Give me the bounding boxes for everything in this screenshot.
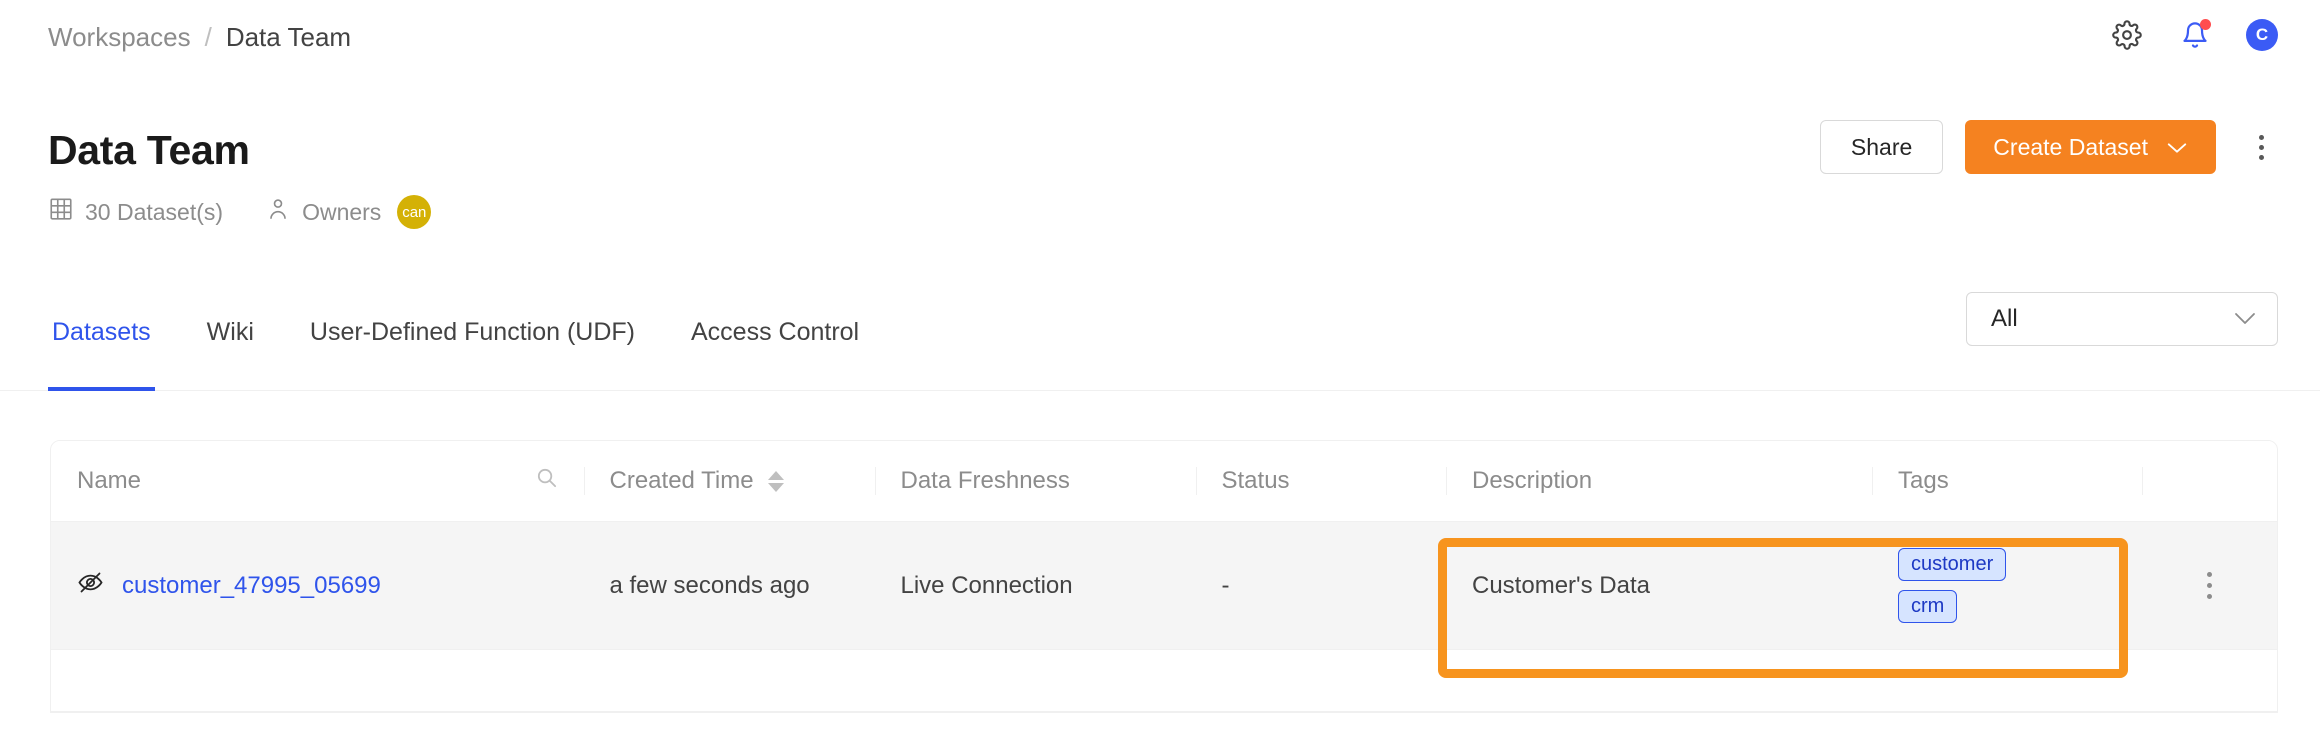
owners-label: Owners — [302, 198, 382, 225]
cell-name: customer_47995_05699 — [51, 521, 584, 650]
column-header-actions — [2142, 441, 2277, 522]
tag-chip[interactable]: customer — [1898, 548, 2007, 581]
cell-tags — [1872, 649, 2142, 712]
column-header-created-time-label: Created Time — [609, 467, 754, 494]
search-icon[interactable] — [535, 466, 558, 496]
cell-description: Customer's Data — [1446, 521, 1872, 650]
cell-status — [1195, 649, 1446, 712]
breadcrumb-separator: / — [204, 22, 212, 52]
column-header-created-time[interactable]: Created Time — [583, 441, 875, 522]
create-dataset-label: Create Dataset — [1993, 133, 2148, 160]
chevron-down-icon — [2233, 305, 2257, 333]
cell-name — [51, 649, 584, 712]
table-grid-icon — [48, 196, 74, 228]
dataset-count: 30 Dataset(s) — [48, 196, 223, 228]
cell-actions — [2142, 521, 2277, 650]
page-title: Data Team — [48, 127, 250, 173]
dataset-count-label: 30 Dataset(s) — [85, 198, 224, 225]
column-header-data-freshness: Data Freshness — [874, 441, 1196, 522]
bell-icon[interactable] — [2178, 18, 2212, 52]
datasets-table: Name Created Time Data Freshness Status … — [50, 440, 2278, 713]
breadcrumb-current: Data Team — [225, 22, 352, 52]
owners: Owners — [265, 196, 381, 228]
cell-tags: customer crm — [1872, 521, 2142, 650]
avatar[interactable]: C — [2246, 19, 2278, 51]
tag-chip[interactable]: crm — [1898, 590, 1958, 623]
column-header-tags-label: Tags — [1898, 467, 1949, 494]
column-header-status-label: Status — [1221, 467, 1290, 494]
filter-selected-value: All — [1991, 305, 2018, 332]
cell-description — [1446, 649, 1872, 712]
chevron-down-icon — [2166, 134, 2188, 161]
header-more-menu-icon[interactable] — [2244, 125, 2278, 169]
tab-list: Datasets Wiki User-Defined Function (UDF… — [48, 300, 863, 391]
column-header-name[interactable]: Name — [51, 441, 584, 522]
topbar-actions: C — [2110, 18, 2278, 52]
column-header-name-label: Name — [77, 467, 142, 494]
column-header-description: Description — [1446, 441, 1872, 522]
cell-data-freshness — [874, 649, 1196, 712]
cell-status: - — [1195, 521, 1446, 650]
page-header: Data Team 30 Dataset(s) Owners can — [48, 127, 432, 230]
column-header-status: Status — [1195, 441, 1446, 522]
notification-badge — [2200, 19, 2211, 30]
tab-datasets[interactable]: Datasets — [48, 300, 155, 391]
column-header-description-label: Description — [1472, 467, 1593, 494]
owner-avatar[interactable]: can — [397, 195, 432, 230]
breadcrumb-workspaces-link[interactable]: Workspaces — [48, 22, 191, 53]
create-dataset-button[interactable]: Create Dataset — [1965, 120, 2216, 174]
column-header-tags: Tags — [1872, 441, 2142, 522]
people-icon — [265, 196, 291, 228]
page-meta: 30 Dataset(s) Owners can — [48, 195, 432, 230]
eye-slash-icon — [77, 569, 104, 603]
gear-icon[interactable] — [2110, 18, 2144, 52]
tab-udf[interactable]: User-Defined Function (UDF) — [306, 300, 639, 391]
header-actions: Share Create Dataset — [1819, 120, 2278, 174]
column-header-data-freshness-label: Data Freshness — [900, 467, 1070, 494]
cell-data-freshness: Live Connection — [874, 521, 1196, 650]
breadcrumb: Workspaces / Data Team — [48, 22, 351, 53]
dataset-name-link[interactable]: customer_47995_05699 — [122, 572, 381, 600]
table-row[interactable]: customer_47995_05699 a few seconds ago L… — [51, 521, 2277, 650]
cell-actions — [2142, 649, 2277, 712]
table-header-row: Name Created Time Data Freshness Status … — [51, 441, 2277, 522]
row-more-menu-icon[interactable] — [2168, 572, 2251, 599]
tab-access-control[interactable]: Access Control — [687, 300, 863, 391]
tab-wiki[interactable]: Wiki — [203, 300, 258, 391]
filter-dropdown[interactable]: All — [1966, 292, 2278, 346]
sort-icon[interactable] — [767, 470, 784, 492]
cell-created-time — [583, 649, 875, 712]
table-row[interactable] — [51, 649, 2277, 712]
share-button[interactable]: Share — [1819, 120, 1944, 174]
cell-created-time: a few seconds ago — [583, 521, 875, 650]
